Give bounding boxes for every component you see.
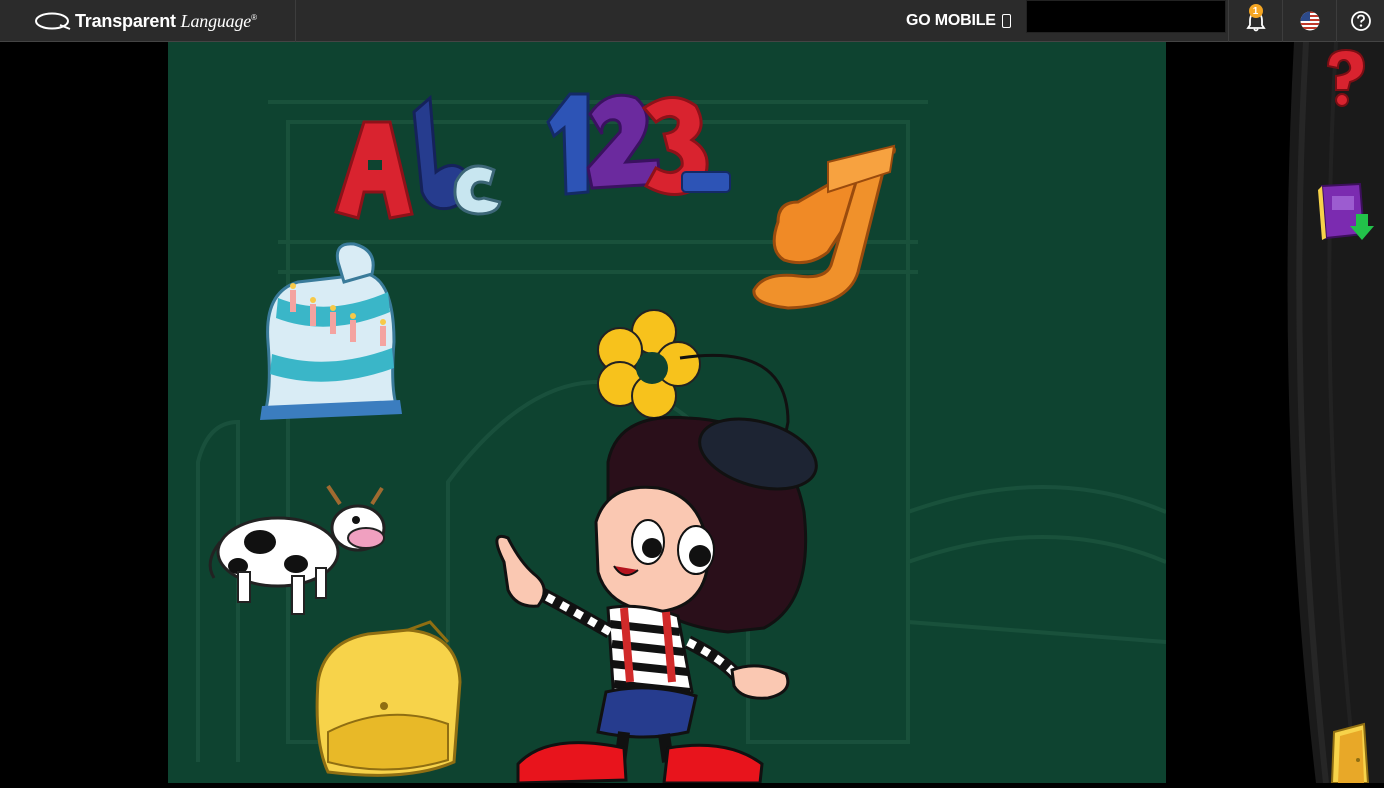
exit-door-icon	[1330, 722, 1370, 784]
notifications-button[interactable]: 1	[1228, 0, 1282, 42]
curtain-background	[1287, 41, 1384, 784]
go-mobile-label: GO MOBILE	[906, 12, 996, 29]
phone-icon	[1001, 14, 1011, 28]
top-navigation-bar: Transparent Language® GO MOBILE 1	[0, 0, 1384, 42]
mime-girl[interactable]	[495, 407, 825, 783]
question-icon	[1350, 11, 1371, 31]
red-question-icon	[1326, 48, 1366, 107]
language-button[interactable]	[1282, 0, 1336, 42]
exit-button[interactable]	[1328, 722, 1372, 784]
abc-icon[interactable]	[334, 94, 502, 220]
brand-swoosh-icon	[35, 12, 71, 30]
brand-name: Transparent Language®	[75, 10, 257, 31]
game-stage	[168, 42, 1166, 783]
download-book-icon	[1318, 182, 1374, 240]
backpack[interactable]	[315, 620, 462, 777]
notification-badge: 1	[1248, 4, 1263, 18]
right-sidebar	[1166, 41, 1384, 784]
game-scene	[196, 92, 1166, 783]
help-button[interactable]	[1336, 0, 1384, 42]
us-flag-icon	[1300, 11, 1319, 31]
go-mobile-link[interactable]: GO MOBILE	[906, 0, 1011, 42]
brand-logo[interactable]: Transparent Language®	[0, 0, 296, 42]
123-icon[interactable]	[546, 92, 731, 196]
hint-button[interactable]	[1322, 48, 1368, 108]
search-box[interactable]	[1026, 0, 1226, 33]
music-note-icon[interactable]	[752, 144, 896, 310]
download-button[interactable]	[1316, 182, 1378, 244]
